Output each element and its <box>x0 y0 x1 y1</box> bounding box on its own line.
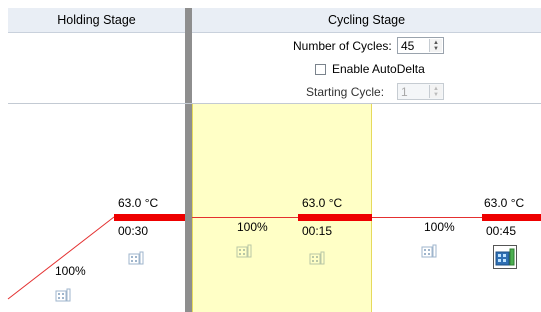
data-collection-off-icon[interactable] <box>309 250 325 266</box>
step-time-cycling-2[interactable]: 00:45 <box>486 224 516 238</box>
ramp-rate-cycling-1[interactable]: 100% <box>237 220 268 234</box>
step-time-cycling-1[interactable]: 00:15 <box>302 224 332 238</box>
ramp-line-2 <box>372 217 482 218</box>
step-time-holding[interactable]: 00:30 <box>118 224 148 238</box>
ramp-line-1 <box>192 217 298 218</box>
step-bar-cycling-2[interactable] <box>482 214 541 221</box>
data-collection-on-icon[interactable] <box>493 245 517 269</box>
step-temp-cycling-1[interactable]: 63.0 °C <box>302 196 342 210</box>
ramp-rate-cycling-2[interactable]: 100% <box>424 220 455 234</box>
data-collection-off-icon[interactable] <box>421 243 437 259</box>
data-collection-off-icon[interactable] <box>236 243 252 259</box>
step-bar-cycling-1[interactable] <box>298 214 372 221</box>
data-collection-off-icon[interactable] <box>55 287 71 303</box>
step-temp-cycling-2[interactable]: 63.0 °C <box>484 196 524 210</box>
step-bar-holding[interactable] <box>114 214 185 221</box>
data-collection-off-icon[interactable] <box>128 250 144 266</box>
ramp-rate-holding[interactable]: 100% <box>55 264 86 278</box>
step-temp-holding[interactable]: 63.0 °C <box>118 196 158 210</box>
